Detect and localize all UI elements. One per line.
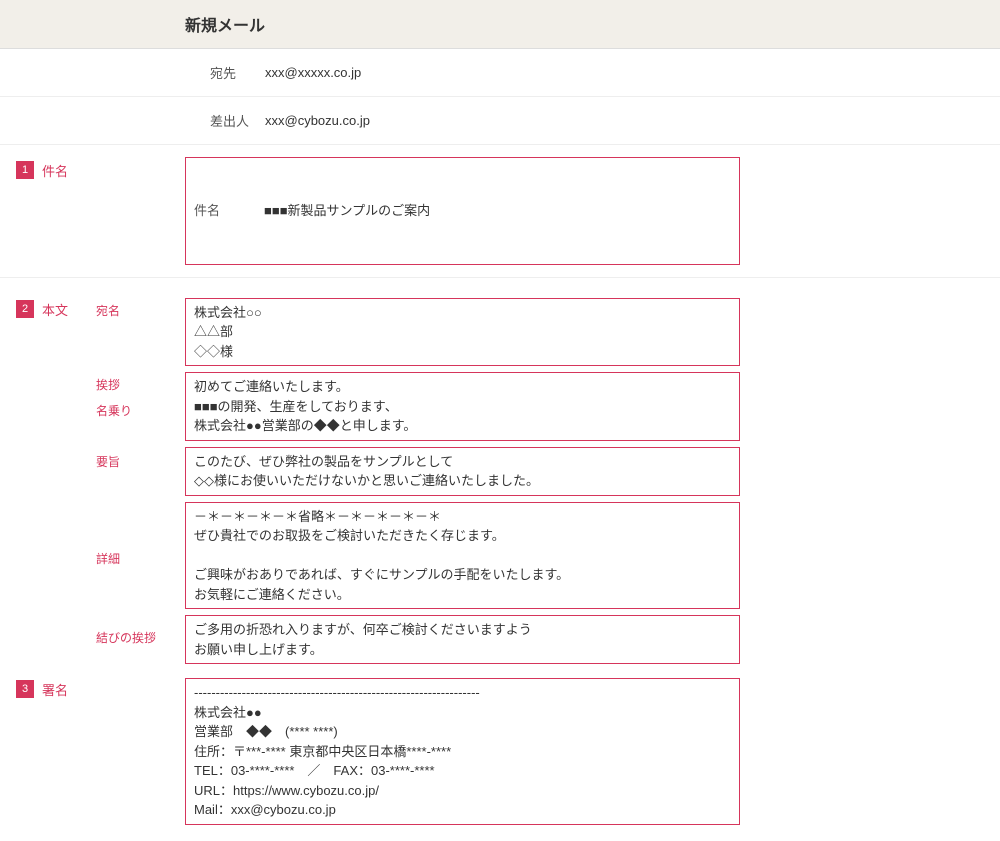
to-value: xxx@xxxxx.co.jp [265,65,361,80]
signature-block: 3 署名 -----------------------------------… [0,678,1000,825]
marker-3-label: 署名 [42,680,68,699]
marker-1-label: 件名 [42,161,68,180]
window-title: 新規メール [0,0,1000,49]
shousai-box: －＊－＊－＊－＊省略＊－＊－＊－＊－＊ ぜひ貴社でのお取扱をご検討いただきたく存… [185,502,740,610]
from-label: 差出人 [210,111,265,130]
body-section: 2 本文 宛名 株式会社○○ △△部 ◇◇様 挨拶 名乗り 初めてご連絡いたしま… [0,278,1000,841]
subject-box: 件名 ■■■新製品サンプルのご案内 [185,157,740,265]
nanori-text: ■■■の開発、生産をしております、 株式会社●●営業部の◆◆と申します。 [194,399,416,434]
aisatsu-nanori-block: 挨拶 名乗り 初めてご連絡いたします。 ■■■の開発、生産をしております、 株式… [0,372,1000,441]
musubi-box: ご多用の折恐れ入りますが、何卒ご検討くださいますよう お願い申し上げます。 [185,615,740,664]
subject-inner-label: 件名 [194,201,264,221]
to-label: 宛先 [210,63,265,82]
aisatsu-text: 初めてご連絡いたします。 [194,379,349,394]
musubi-label: 結びの挨拶 [96,629,156,646]
musubi-block: 結びの挨拶 ご多用の折恐れ入りますが、何卒ご検討くださいますよう お願い申し上げ… [0,615,1000,664]
marker-3-badge: 3 [16,680,34,698]
youshi-box: このたび、ぜひ弊社の製品をサンプルとして ◇◇様にお使いいただけないかと思いご連… [185,447,740,496]
atena-box: 株式会社○○ △△部 ◇◇様 [185,298,740,367]
atena-label: 宛名 [96,302,120,319]
signature-box: ----------------------------------------… [185,678,740,825]
shousai-block: 詳細 －＊－＊－＊－＊省略＊－＊－＊－＊－＊ ぜひ貴社でのお取扱をご検討いただき… [0,502,1000,610]
shousai-label: 詳細 [96,550,120,567]
nanori-label: 名乗り [96,402,132,419]
marker-1-badge: 1 [16,161,34,179]
subject-section: 1 件名 件名 ■■■新製品サンプルのご案内 [0,145,1000,278]
to-row: 宛先 xxx@xxxxx.co.jp [0,49,1000,97]
subject-value: ■■■新製品サンプルのご案内 [264,201,430,221]
atena-block: 宛名 株式会社○○ △△部 ◇◇様 [0,298,1000,367]
youshi-label: 要旨 [96,453,120,470]
youshi-block: 要旨 このたび、ぜひ弊社の製品をサンプルとして ◇◇様にお使いいただけないかと思… [0,447,1000,496]
aisatsu-nanori-box: 初めてご連絡いたします。 ■■■の開発、生産をしております、 株式会社●●営業部… [185,372,740,441]
aisatsu-label: 挨拶 [96,376,120,393]
from-value: xxx@cybozu.co.jp [265,113,370,128]
from-row: 差出人 xxx@cybozu.co.jp [0,97,1000,145]
